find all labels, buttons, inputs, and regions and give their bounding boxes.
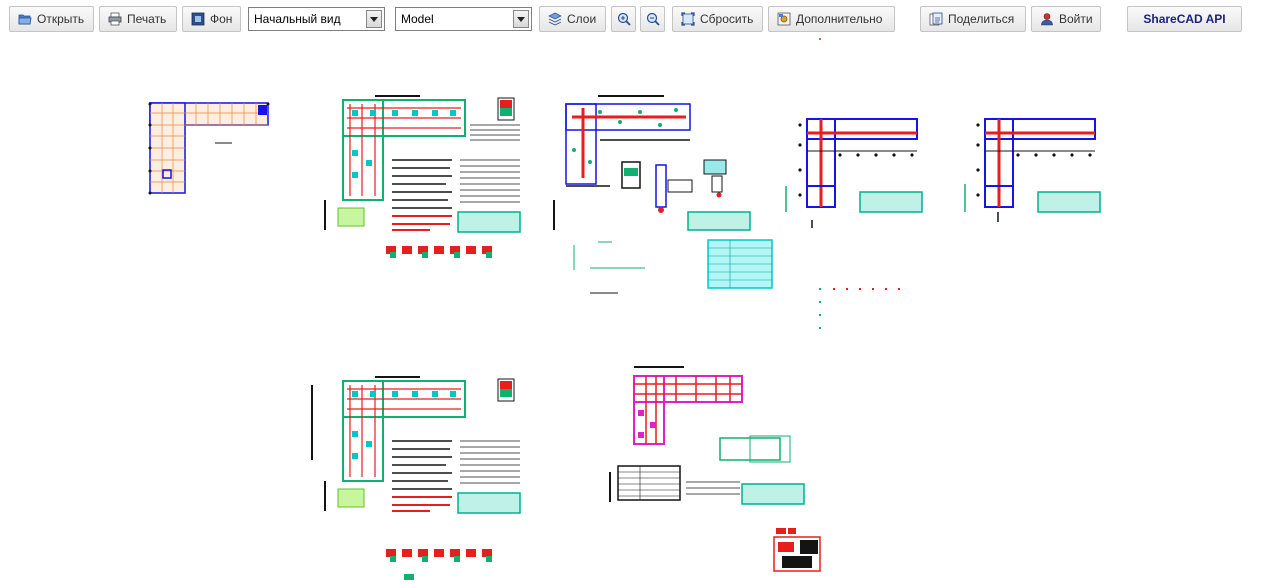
view-select-value: Начальный вид	[254, 12, 341, 26]
sheet-frame-a	[785, 118, 923, 228]
sheet-plan-details	[553, 95, 773, 294]
share-icon	[929, 12, 943, 26]
open-label: Открыть	[37, 12, 85, 26]
sheet-floor-plan-bottom	[311, 376, 521, 580]
layers-icon	[548, 12, 562, 26]
stray-markers	[819, 288, 900, 329]
printer-icon	[108, 12, 122, 26]
background-button[interactable]: Фон	[182, 6, 241, 32]
chevron-down-icon[interactable]	[513, 10, 529, 28]
sharecad-api-button[interactable]: ShareCAD API	[1127, 6, 1242, 32]
share-label: Поделиться	[948, 12, 1015, 26]
toolbar: Открыть Печать Фон Начальный вид Model С…	[0, 0, 1278, 38]
layers-label: Слои	[567, 12, 597, 26]
background-icon	[191, 12, 205, 26]
zoom-in-button[interactable]	[611, 6, 636, 32]
more-settings-icon	[777, 12, 791, 26]
zoom-in-icon	[617, 12, 631, 26]
layout-select-value: Model	[401, 12, 434, 26]
drawing-canvas[interactable]	[0, 38, 1278, 588]
zoom-out-button[interactable]	[640, 6, 665, 32]
login-label: Войти	[1059, 12, 1093, 26]
layout-select[interactable]: Model	[395, 7, 532, 31]
more-button[interactable]: Дополнительно	[768, 6, 895, 32]
sheet-plan-magenta	[609, 366, 805, 505]
reset-view-icon	[681, 12, 695, 26]
sheet-plan-grid	[148, 102, 270, 195]
more-label: Дополнительно	[796, 12, 883, 26]
sharecad-api-label: ShareCAD API	[1143, 12, 1226, 26]
chevron-down-icon[interactable]	[366, 10, 382, 28]
sheet-stamp	[773, 528, 821, 572]
cad-drawing	[148, 38, 1101, 580]
folder-open-icon	[18, 12, 32, 26]
layers-button[interactable]: Слои	[539, 6, 606, 32]
reset-label: Сбросить	[700, 12, 754, 26]
background-label: Фон	[210, 12, 233, 26]
reset-button[interactable]: Сбросить	[672, 6, 763, 32]
view-select[interactable]: Начальный вид	[248, 7, 385, 31]
print-button[interactable]: Печать	[99, 6, 177, 32]
sheet-floor-plan-top	[324, 95, 521, 258]
sheet-frame-b	[964, 118, 1101, 222]
share-button[interactable]: Поделиться	[920, 6, 1026, 32]
open-button[interactable]: Открыть	[9, 6, 94, 32]
login-button[interactable]: Войти	[1031, 6, 1101, 32]
zoom-out-icon	[646, 12, 660, 26]
login-icon	[1040, 12, 1054, 26]
print-label: Печать	[127, 12, 167, 26]
